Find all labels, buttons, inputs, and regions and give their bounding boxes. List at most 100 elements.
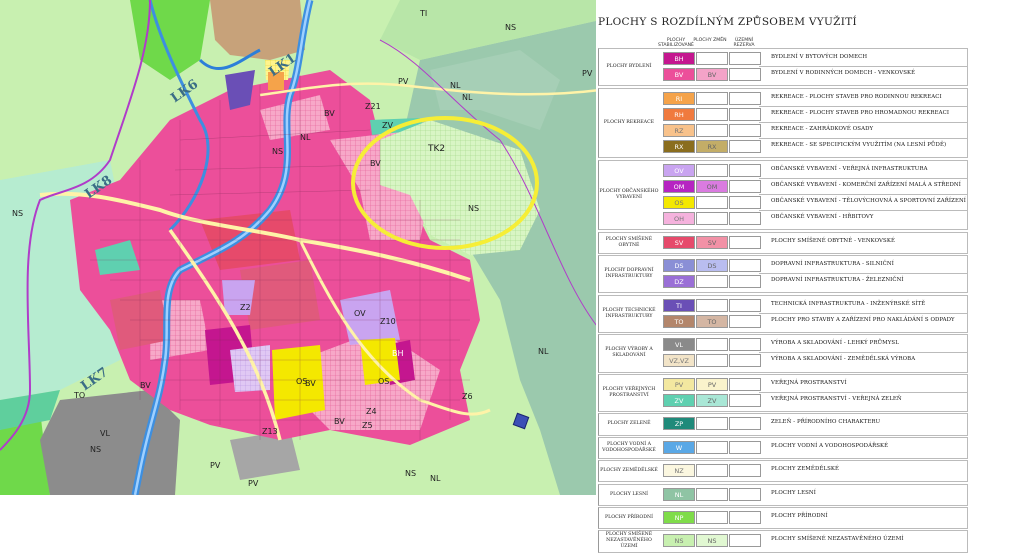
- legend-row: ZV ZV VEŘEJNÁ PROSTRANSTVÍ - VEŘEJNÁ ZELEŇ: [599, 393, 967, 409]
- legend-swatch-reserve: [729, 393, 761, 407]
- legend-swatch-stabilized: BH: [663, 52, 695, 65]
- legend-swatch-reserve: [729, 140, 761, 154]
- legend-row-description: DOPRAVNÍ INFRASTRUKTURA - ŽELEZNIČNÍ: [771, 277, 904, 284]
- legend-row-divider: [759, 177, 967, 179]
- legend-swatch-change: [696, 487, 728, 501]
- map-label-z13: Z13: [262, 427, 278, 436]
- legend-swatch-reserve: [729, 534, 761, 548]
- map-label-ns-d: NS: [90, 445, 102, 454]
- legend-swatch-change: [696, 338, 728, 352]
- legend-row: RX RX REKREACE - SE SPECIFICKÝM VYUŽITÍM (…: [599, 139, 967, 155]
- map-label-to-a: TO: [74, 391, 86, 400]
- legend-swatch-stabilized: NZ: [663, 464, 695, 478]
- legend-swatch-change: [696, 275, 728, 289]
- legend-panel: PLOCHY S ROZDÍLNÝM ZPŮSOBEM VYUŽITÍ PLOC…: [596, 0, 1024, 553]
- legend-row: OS OBČANSKÉ VYBAVENÍ - TĚLOVÝCHOVNÁ A SPO…: [599, 195, 967, 211]
- map-label-pv-a: PV: [582, 69, 593, 78]
- legend-row-description: REKREACE - SE SPECIFICKÝM VYUŽITÍM (NA L…: [771, 142, 947, 149]
- legend-swatch-reserve: [729, 163, 761, 177]
- legend-swatch-stabilized: DS: [663, 259, 695, 272]
- legend-col-changes: PLOCHY ZMĚN: [693, 38, 727, 43]
- legend-swatch-stabilized: OV: [663, 163, 695, 177]
- legend-swatch-reserve: [729, 68, 761, 82]
- map-label-pv-d: PV: [248, 479, 259, 488]
- legend-row-description: REKREACE - ZAHRÁDKOVÉ OSADY: [771, 125, 874, 132]
- legend-swatch-reserve: [729, 259, 761, 272]
- map-label-bv-a: BV: [370, 159, 381, 168]
- legend-swatch-stabilized: NP: [663, 511, 695, 524]
- legend-group: PLOCHY OBČANSKÉHO VYBAVENÍ OV OBČANSKÉ VYB…: [598, 159, 968, 231]
- legend-swatch-reserve: [729, 440, 761, 454]
- legend-row-description: REKREACE - PLOCHY STAVEB PRO HROMADNOU R…: [771, 109, 950, 116]
- legend-swatch-stabilized: VZ,VZ: [663, 354, 695, 368]
- legend-group: PLOCHY SMÍŠENÉ NEZASTAVĚNÉHO ÚZEMÍ NS NS PL…: [598, 530, 968, 553]
- legend-swatch-stabilized: OS: [663, 195, 695, 209]
- legend-swatch-stabilized: BV: [663, 68, 695, 82]
- legend-swatch-stabilized: PV: [663, 377, 695, 391]
- legend-row-divider: [759, 105, 967, 107]
- legend-swatch-change: PV: [696, 377, 728, 391]
- legend-swatch-stabilized: SV: [663, 235, 695, 249]
- map-label-ns-e: NS: [405, 469, 417, 478]
- legend-row-divider: [759, 312, 967, 314]
- legend-group: PLOCHY DOPRAVNÍ INFRASTRUKTURY DS DS DOPRAV…: [598, 255, 968, 294]
- legend-swatch-change: [696, 163, 728, 177]
- legend-row: NZ PLOCHY ZEMĚDĚLSKÉ: [599, 463, 967, 479]
- legend-swatch-reserve: [729, 212, 761, 226]
- legend-swatch-reserve: [729, 377, 761, 391]
- legend-swatch-stabilized: ZP: [663, 417, 695, 431]
- legend-swatch-reserve: [729, 91, 761, 105]
- map-label-bh-a: BH: [392, 349, 404, 358]
- legend-row-description: VÝROBA A SKLADOVÁNÍ - ZEMĚDĚLSKÁ VÝROBA: [771, 356, 916, 363]
- legend-swatch-stabilized: NL: [663, 487, 695, 501]
- legend-group: PLOCHY SMÍŠENÉ OBYTNÉ SV SV PLOCHY SMÍŠENÉ …: [598, 231, 968, 254]
- legend-row-description: PLOCHY ZEMĚDĚLSKÉ: [771, 466, 840, 473]
- legend-row: W PLOCHY VODNÍ A VODOHOSPODÁŘSKÉ: [599, 440, 967, 456]
- legend-swatch-reserve: [729, 195, 761, 209]
- legend-swatch-reserve: [729, 179, 761, 193]
- legend-row-description: VEŘEJNÁ PROSTRANSTVÍ - VEŘEJNÁ ZELEŇ: [771, 395, 902, 402]
- map-label-ti-a: TI: [420, 9, 428, 18]
- legend-swatch-stabilized: OM: [663, 179, 695, 193]
- legend-swatch-reserve: [729, 52, 761, 65]
- legend-row: BH BYDLENÍ V BYTOVÝCH DOMECH: [599, 51, 967, 67]
- land-use-map[interactable]: LK1 LK6 LK8 LK7 TK2 Z21 Z2 Z4 Z5 Z6 Z10 …: [0, 0, 600, 495]
- legend-row: TI TECHNICKÁ INFRASTRUKTURA - INŽENÝRSKÉ …: [599, 298, 967, 314]
- legend-group: PLOCHY ZELENĚ ZP ZELEŇ - PŘÍRODNÍHO CHARAK…: [598, 413, 968, 436]
- legend-swatch-change: [696, 354, 728, 368]
- legend-row-description: BYDLENÍ V BYTOVÝCH DOMECH: [771, 54, 868, 60]
- legend-row: RH REKREACE - PLOCHY STAVEB PRO HROMADNOU…: [599, 107, 967, 123]
- map-label-vl-a: VL: [100, 429, 110, 438]
- legend-swatch-reserve: [729, 314, 761, 328]
- legend-swatch-stabilized: VL: [663, 338, 695, 352]
- legend-swatch-change: RX: [696, 140, 728, 154]
- map-label-z6: Z6: [462, 392, 473, 401]
- map-label-nl-e: NL: [430, 474, 441, 483]
- legend-row-divider: [759, 273, 967, 275]
- legend-row-divider: [759, 352, 967, 354]
- legend-row-description: OBČANSKÉ VYBAVENÍ - HŘBITOVY: [771, 214, 874, 221]
- legend-swatch-stabilized: ZV: [663, 393, 695, 407]
- legend-group: PLOCHY VODNÍ A VODOHOSPODÁŘSKÉ W PLOCHY VO…: [598, 436, 968, 459]
- legend-swatch-change: [696, 440, 728, 454]
- legend-row: OV OBČANSKÉ VYBAVENÍ - VEŘEJNÁ INFRASTRUK…: [599, 163, 967, 179]
- legend-row-divider: [759, 193, 967, 195]
- legend-swatch-stabilized: TO: [663, 314, 695, 328]
- map-label-zv-a: ZV: [382, 121, 393, 130]
- map-label-pv-c: PV: [210, 461, 221, 470]
- map-label-nl-a: NL: [450, 81, 461, 90]
- legend-swatch-reserve: [729, 298, 761, 312]
- legend-row: OM OM OBČANSKÉ VYBAVENÍ - KOMERČNÍ ZAŘÍZEN…: [599, 179, 967, 195]
- legend-row-description: TECHNICKÁ INFRASTRUKTURA - INŽENÝRSKÉ SÍ…: [771, 300, 926, 307]
- legend-swatch-change: [696, 195, 728, 209]
- map-label-bv-d: BV: [334, 417, 345, 426]
- legend-swatch-stabilized: RH: [663, 107, 695, 121]
- legend-row: SV SV PLOCHY SMÍŠENÉ OBYTNÉ - VENKOVSKÉ: [599, 235, 967, 251]
- legend-swatch-reserve: [729, 107, 761, 121]
- legend-row-description: DOPRAVNÍ INFRASTRUKTURA - SILNIČNÍ: [771, 261, 894, 267]
- map-label-bv-b: BV: [324, 109, 335, 118]
- legend-swatch-change: [696, 123, 728, 137]
- legend-row: OH OBČANSKÉ VYBAVENÍ - HŘBITOVY: [599, 211, 967, 227]
- legend-swatch-stabilized: RX: [663, 140, 695, 154]
- legend-swatch-stabilized: NS: [663, 534, 695, 548]
